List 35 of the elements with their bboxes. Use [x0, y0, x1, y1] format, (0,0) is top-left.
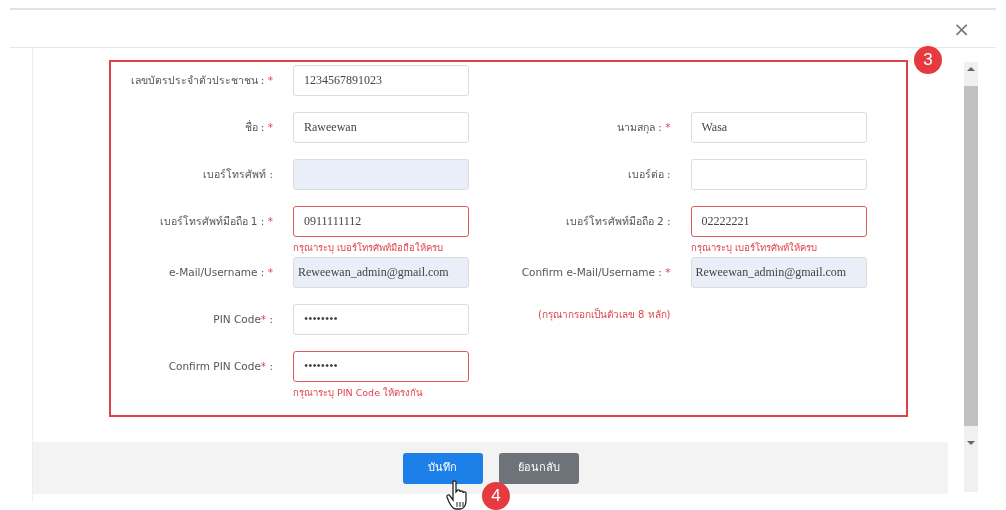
input-field[interactable]: •••••••• [293, 304, 469, 336]
error-message: กรุณาระบุ เบอร์โทรศัพท์มือถือให้ครบ [293, 241, 445, 256]
step-marker: 4 [482, 482, 510, 510]
field-label: Confirm PIN Code* : [167, 359, 273, 375]
back-button[interactable]: ย้อนกลับ [498, 452, 579, 484]
input-field[interactable]: •••••••• [293, 351, 469, 383]
hint-text: (กรุณากรอกเป็นตัวเลข 8 หลัก) [536, 306, 671, 323]
field-label: e-Mail/Username : * [167, 265, 273, 281]
input-field[interactable]: 1234567891023 [293, 65, 469, 96]
save-button[interactable]: บันทึก [402, 452, 483, 484]
field-label: ชื่อ : * [243, 119, 273, 135]
field-label: Confirm e-Mail/Username : * [520, 265, 671, 281]
input-field[interactable]: Reweewan_admin@gmail.com [293, 257, 469, 289]
input-field[interactable]: 0911111112 [293, 206, 469, 237]
scroll-down-icon[interactable] [967, 440, 975, 446]
input-field[interactable]: Reweewan_admin@gmail.com [690, 257, 867, 289]
field-label: PIN Code* : [212, 312, 273, 328]
field-label: เบอร์โทรศัพท์ : [202, 167, 273, 182]
field-label: เลขบัตรประจำตัวประชาชน : * [129, 73, 273, 88]
input-field[interactable] [293, 159, 469, 190]
input-field[interactable] [690, 159, 867, 190]
field-label: เบอร์โทรศัพท์มือถือ 2 : [564, 214, 671, 229]
close-button[interactable]: × [949, 18, 974, 39]
field-label: เบอร์โทรศัพท์มือถือ 1 : * [158, 214, 273, 229]
scrollbar-thumb[interactable] [964, 86, 978, 426]
step-marker: 3 [914, 46, 942, 74]
input-field[interactable]: Wasa [690, 112, 867, 143]
error-message: กรุณาระบุ เบอร์โทรศัพท์ให้ครบ [690, 241, 818, 256]
scroll-up-icon[interactable] [967, 66, 975, 72]
field-label: นามสกุล : * [616, 120, 671, 136]
error-message: กรุณาระบุ PIN Code ให้ตรงกัน [293, 386, 424, 401]
input-field[interactable]: 02222221 [690, 206, 867, 237]
scrollbar[interactable] [964, 62, 978, 492]
input-field[interactable]: Raweewan [293, 112, 469, 143]
field-label: เบอร์ต่อ : [626, 167, 671, 182]
